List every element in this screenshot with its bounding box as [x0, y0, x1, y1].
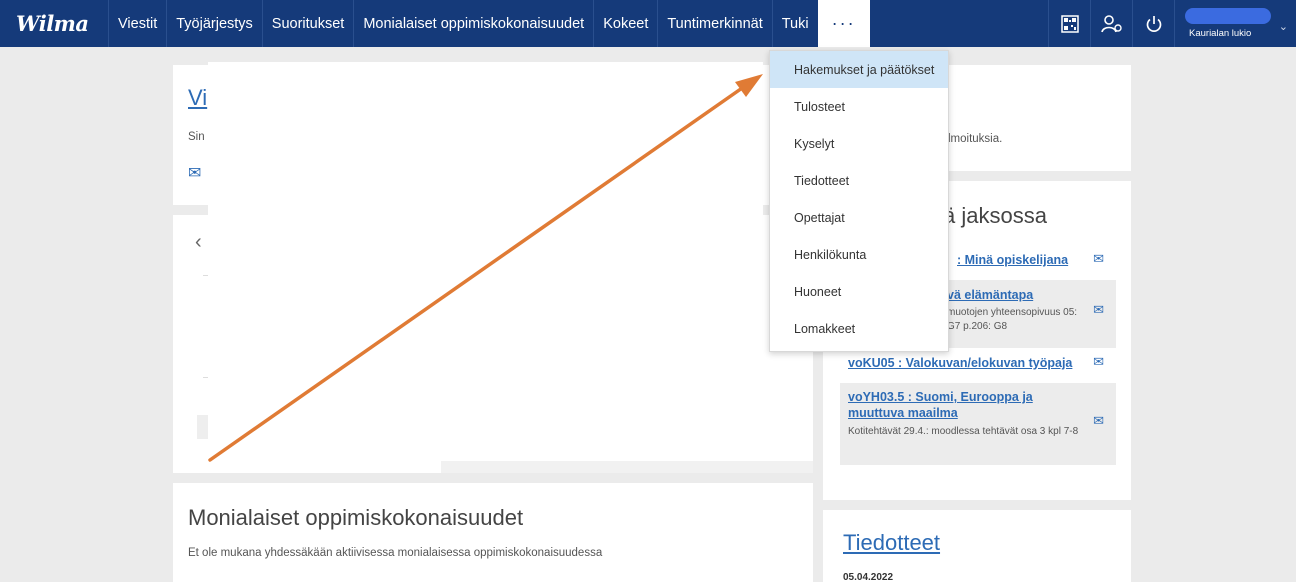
nav-suoritukset[interactable]: Suoritukset	[261, 0, 354, 47]
schedule-footer-bar	[441, 461, 813, 473]
course-link[interactable]: : Minä opiskelijana	[957, 253, 1068, 267]
user-settings-icon[interactable]	[1090, 0, 1132, 47]
menu-item-lomakkeet[interactable]: Lomakkeet	[770, 310, 948, 347]
power-logout-icon[interactable]	[1132, 0, 1174, 47]
nav-kokeet[interactable]: Kokeet	[593, 0, 657, 47]
menu-item-henkilokunta[interactable]: Henkilökunta	[770, 236, 948, 273]
envelope-icon[interactable]: ✉	[1093, 251, 1104, 267]
menu-item-opettajat[interactable]: Opettajat	[770, 199, 948, 236]
user-name-redacted	[1185, 8, 1271, 24]
user-school: Kaurialan lukio	[1189, 28, 1252, 39]
nav-viestit[interactable]: Viestit	[108, 0, 166, 47]
nav-tyojarjestys[interactable]: Työjärjestys	[166, 0, 262, 47]
nav-monialaiset[interactable]: Monialaiset oppimiskokonaisuudet	[353, 0, 593, 47]
menu-item-tulosteet[interactable]: Tulosteet	[770, 88, 948, 125]
redaction-block	[208, 62, 763, 460]
tiedotteet-date: 05.04.2022	[843, 572, 894, 582]
chevron-left-icon[interactable]: ‹	[195, 231, 202, 254]
more-dropdown-menu: Hakemukset ja päätökset Tulosteet Kysely…	[769, 50, 949, 352]
course-link[interactable]: voYH03.5 : Suomi, Eurooppa ja muuttuva m…	[848, 389, 1058, 421]
envelope-icon[interactable]: ✉	[1093, 302, 1104, 318]
main-nav: Viestit Työjärjestys Suoritukset Moniala…	[108, 0, 870, 47]
course-note: Kotitehtävät 29.4.: moodlessa tehtävät o…	[848, 426, 1079, 437]
menu-item-kyselyt[interactable]: Kyselyt	[770, 125, 948, 162]
monialaiset-title: Monialaiset oppimiskokonaisuudet	[188, 505, 524, 530]
wilma-logo[interactable]: Wilma	[0, 0, 100, 47]
tiedotteet-panel: Tiedotteet 05.04.2022	[823, 510, 1131, 582]
course-note: muotojen yhteensopivuus 05: G7 p.206: G8	[947, 307, 1078, 332]
menu-item-huoneet[interactable]: Huoneet	[770, 273, 948, 310]
more-menu-button[interactable]: ···	[817, 0, 870, 47]
course-link[interactable]: voKU05 : Valokuvan/elokuvan työpaja	[848, 356, 1072, 370]
messages-text: Sin	[188, 131, 205, 143]
chevron-down-icon: ⌄	[1278, 21, 1288, 33]
nav-tuki[interactable]: Tuki	[771, 0, 818, 47]
messages-title[interactable]: Vi	[188, 85, 207, 111]
envelope-icon[interactable]: ✉	[1093, 354, 1104, 370]
right-tools: Kaurialan lukio ⌄	[1048, 0, 1296, 47]
top-navigation-bar: Wilma Viestit Työjärjestys Suoritukset M…	[0, 0, 1296, 47]
qr-code-icon[interactable]	[1048, 0, 1090, 47]
course-item[interactable]: voKU05 : Valokuvan/elokuvan työpaja ✉	[840, 350, 1116, 380]
courses-title: sä jaksossa	[932, 203, 1047, 228]
nav-tuntimerkinnat[interactable]: Tuntimerkinnät	[657, 0, 771, 47]
envelope-icon[interactable]: ✉	[1093, 413, 1104, 429]
monialaiset-text: Et ole mukana yhdessäkään aktiivisessa m…	[188, 547, 603, 559]
user-account-menu[interactable]: Kaurialan lukio ⌄	[1174, 0, 1296, 47]
tiedotteet-title[interactable]: Tiedotteet	[843, 530, 940, 556]
envelope-icon[interactable]: ✉	[188, 163, 201, 183]
notices-text: lmoituksia.	[948, 133, 1003, 145]
course-link[interactable]: vä elämäntapa	[947, 288, 1033, 302]
menu-item-tiedotteet[interactable]: Tiedotteet	[770, 162, 948, 199]
monialaiset-panel: Monialaiset oppimiskokonaisuudet Et ole …	[173, 483, 813, 582]
menu-item-hakemukset[interactable]: Hakemukset ja päätökset	[770, 51, 948, 88]
course-item[interactable]: voYH03.5 : Suomi, Eurooppa ja muuttuva m…	[840, 383, 1116, 465]
